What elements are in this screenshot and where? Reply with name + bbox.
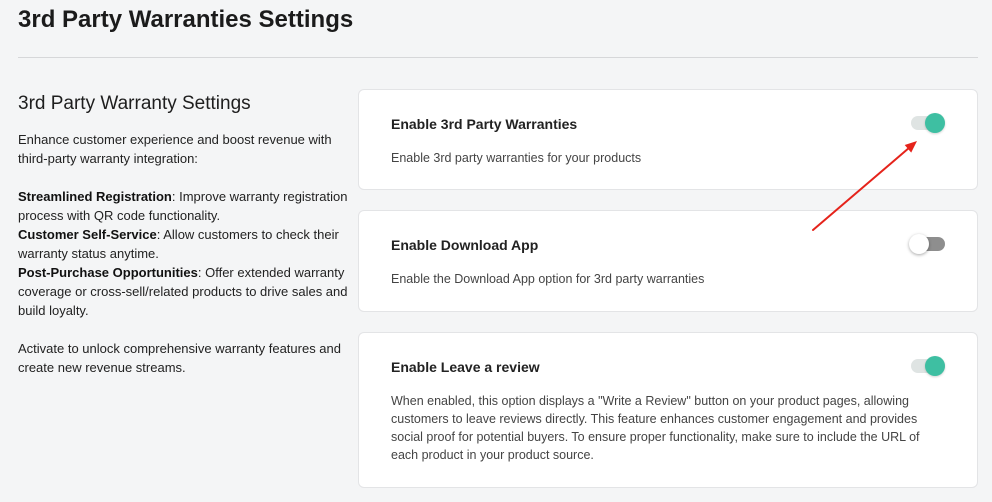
section-heading: 3rd Party Warranty Settings (18, 93, 251, 114)
toggle-enable-leave-a-review[interactable] (909, 356, 947, 376)
toggle-knob[interactable] (909, 234, 929, 254)
toggle-knob[interactable] (925, 113, 945, 133)
intro-closing: Activate to unlock comprehensive warrant… (18, 341, 342, 375)
feature-label: Customer Self-Service (18, 227, 157, 242)
setting-card-download-app: Enable Download App Enable the Download … (358, 210, 978, 312)
intro-section: 3rd Party Warranty Settings Enhance cust… (18, 92, 350, 377)
setting-card-leave-a-review: Enable Leave a review When enabled, this… (358, 332, 978, 488)
feature-customer-self-service: Customer Self-Service: Allow customers t… (18, 225, 350, 263)
setting-title: Enable 3rd Party Warranties (391, 116, 578, 132)
header-divider (18, 57, 978, 58)
setting-description: When enabled, this option displays a "Wr… (391, 394, 920, 462)
toggle-enable-3rd-party-warranties[interactable] (909, 113, 947, 133)
setting-description: Enable 3rd party warranties for your pro… (391, 151, 642, 165)
setting-card-3rd-party-warranties: Enable 3rd Party Warranties Enable 3rd p… (358, 89, 978, 190)
setting-title: Enable Leave a review (391, 359, 540, 375)
feature-list: Streamlined Registration: Improve warran… (18, 187, 350, 320)
feature-label: Streamlined Registration (18, 189, 172, 204)
feature-label: Post-Purchase Opportunities (18, 265, 198, 280)
feature-post-purchase-opportunities: Post-Purchase Opportunities: Offer exten… (18, 263, 350, 320)
toggle-knob[interactable] (925, 356, 945, 376)
setting-title: Enable Download App (391, 237, 539, 253)
page-title: 3rd Party Warranties Settings (18, 6, 354, 33)
toggle-enable-download-app[interactable] (909, 234, 947, 254)
feature-streamlined-registration: Streamlined Registration: Improve warran… (18, 187, 350, 225)
intro-lead: Enhance customer experience and boost re… (18, 132, 332, 166)
setting-description: Enable the Download App option for 3rd p… (391, 272, 705, 286)
